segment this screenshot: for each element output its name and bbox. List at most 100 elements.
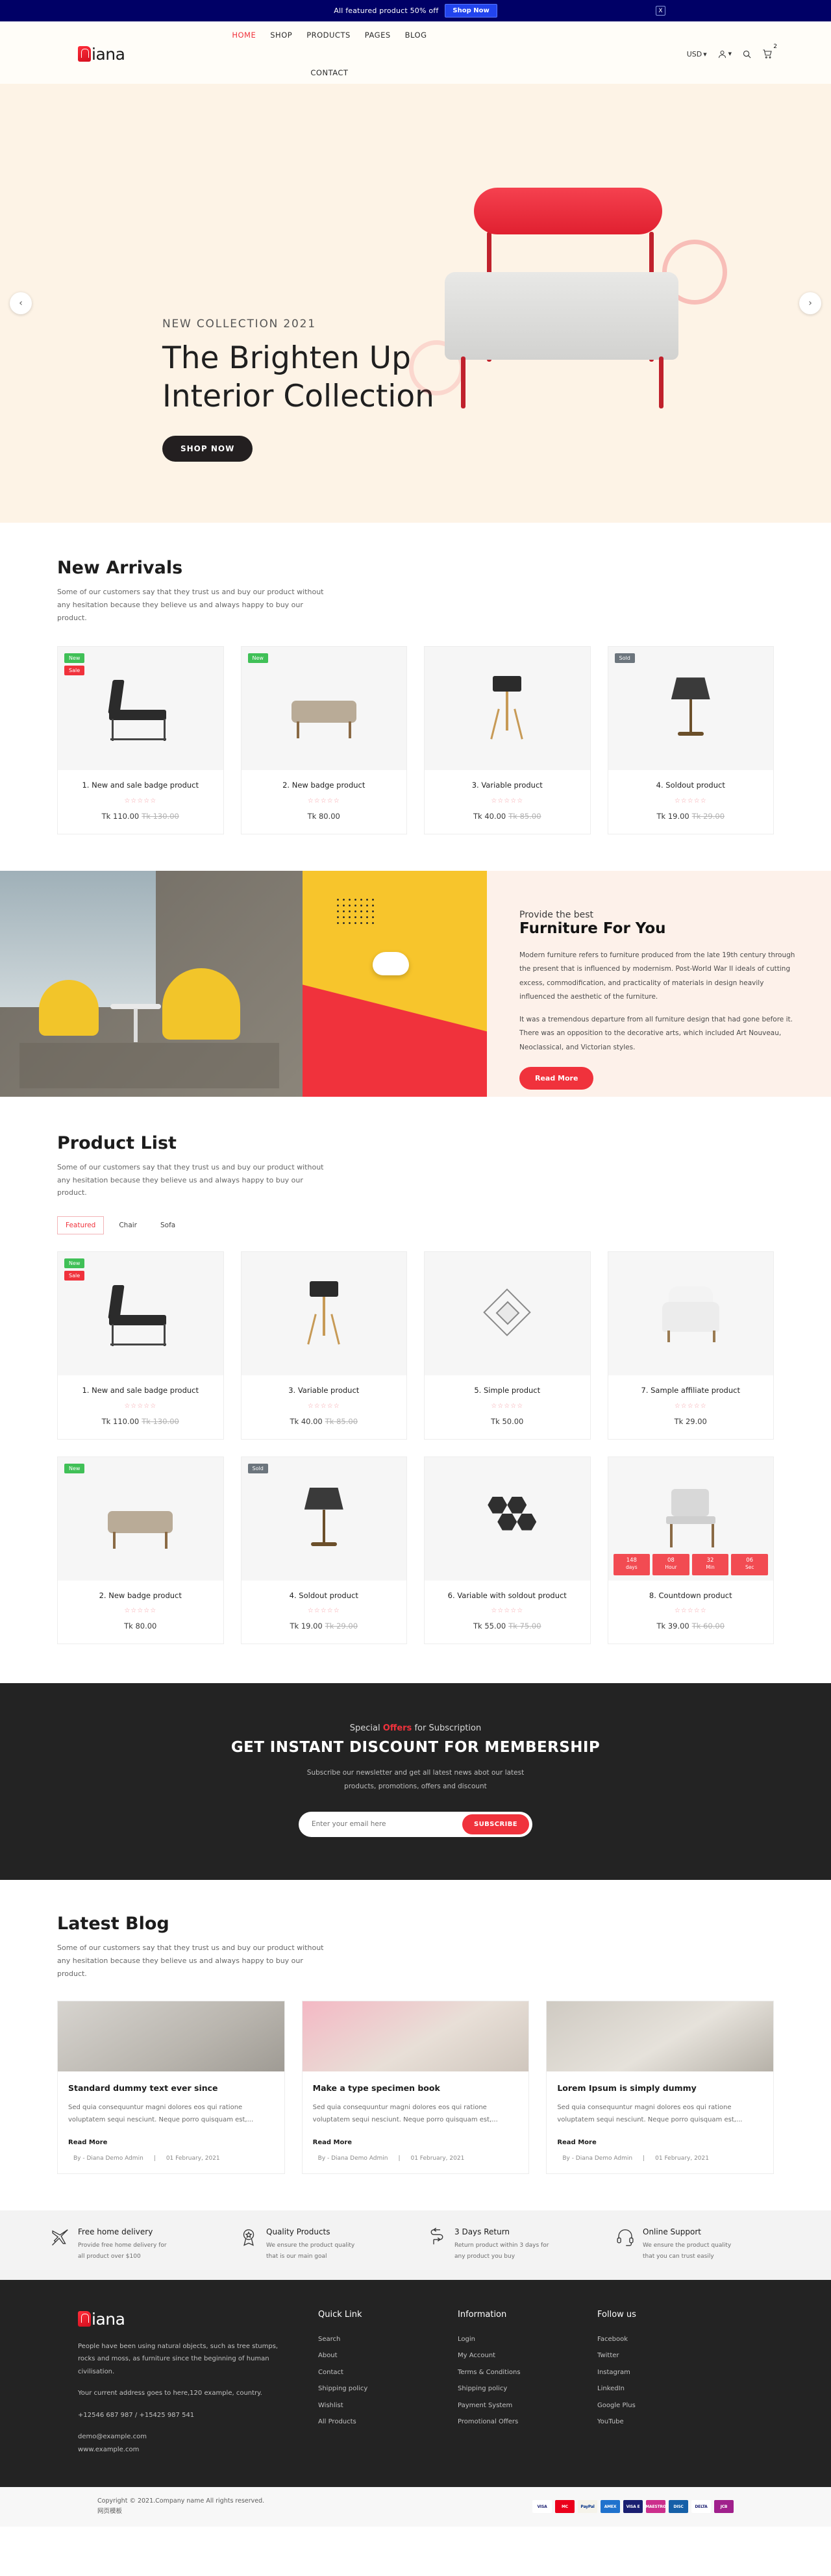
footer-link-youtube[interactable]: YouTube — [597, 2414, 711, 2431]
product-card[interactable]: 3. Variable product ☆☆☆☆☆ Tk 40.00 Tk 85.… — [240, 1251, 407, 1440]
promo-bar: All featured product 50% off Shop Now X — [0, 0, 831, 21]
hero-shop-now-button[interactable]: SHOP NOW — [162, 435, 253, 462]
carousel-next-icon[interactable]: › — [799, 292, 821, 314]
footer-link-shipping-policy[interactable]: Shipping policy — [318, 2381, 432, 2397]
email-input[interactable] — [312, 1820, 463, 1829]
footer-link-instagram[interactable]: Instagram — [597, 2364, 711, 2381]
footer-link-about[interactable]: About — [318, 2347, 432, 2364]
subscribe-button[interactable]: SUBSCRIBE — [462, 1814, 529, 1834]
product-card[interactable]: 7. Sample affiliate product ☆☆☆☆☆ Tk 29.… — [607, 1251, 774, 1440]
product-filter-tabs: Featured Chair Sofa — [39, 1216, 792, 1235]
badge-soldout: Sold — [247, 1463, 268, 1473]
features-bar: Free home delivery Provide free home del… — [0, 2210, 831, 2280]
nav-item-contact[interactable]: CONTACT — [310, 68, 348, 77]
footer-link-linkedin[interactable]: LinkedIn — [597, 2381, 711, 2397]
product-card[interactable]: New 2. New badge product ☆☆☆☆☆ Tk 80.00 — [240, 646, 407, 834]
blog-grid: Standard dummy text ever since Sed quia … — [39, 2001, 792, 2174]
countdown-hours: 08 Hour — [652, 1553, 689, 1575]
product-list-grid-row1: New Sale 1. New and sale badge product ☆… — [39, 1251, 792, 1440]
rating-stars: ☆☆☆☆☆ — [491, 1607, 524, 1614]
footer-link-search[interactable]: Search — [318, 2331, 432, 2348]
paypal-icon: PayPal — [578, 2500, 597, 2514]
product-card[interactable]: Sold 4. Soldout product ☆☆☆☆☆ Tk 19.00 Tk… — [240, 1456, 407, 1644]
footer-link-google-plus[interactable]: Google Plus — [597, 2397, 711, 2414]
blog-post-title: Lorem Ipsum is simply dummy — [557, 2083, 697, 2094]
product-image: New Sale — [58, 1252, 223, 1376]
footer-logo[interactable]: iana — [78, 2310, 292, 2329]
about-paragraph-1: Modern furniture refers to furniture pro… — [519, 951, 795, 1001]
product-card[interactable]: New 2. New badge product ☆☆☆☆☆ Tk 80.00 — [57, 1456, 224, 1644]
product-old-price: Tk 130.00 — [142, 1416, 179, 1426]
product-price: Tk 50.00 — [491, 1416, 524, 1426]
nav-item-home[interactable]: HOME — [232, 31, 256, 40]
badge-sale: Sale — [64, 1271, 85, 1281]
product-image — [425, 647, 590, 771]
close-icon[interactable]: X — [656, 6, 665, 16]
blog-read-more-link[interactable]: Read More — [313, 2139, 352, 2146]
footer-link-promotional-offers[interactable]: Promotional Offers — [458, 2414, 571, 2431]
product-price: Tk 39.00 — [656, 1621, 689, 1631]
currency-selector[interactable]: USD ▼ — [687, 50, 707, 58]
footer-link-twitter[interactable]: Twitter — [597, 2347, 711, 2364]
subscribe-desc-2: products, promotions, offers and discoun… — [344, 1782, 487, 1790]
logo[interactable]: iana — [78, 45, 125, 64]
new-arrivals-grid: New Sale 1. New and sale badge product ☆… — [39, 646, 792, 834]
hero-banner: ‹ › NEW COLLECTION 2021 The Brighten Up I… — [0, 84, 831, 523]
cart-icon[interactable]: 2 — [762, 44, 777, 59]
footer-link-my-account[interactable]: My Account — [458, 2347, 571, 2364]
account-icon[interactable]: ▼ — [717, 49, 732, 59]
footer-column-quick-link: Quick Link Search About Contact Shipping… — [318, 2310, 432, 2466]
promo-shop-now-button[interactable]: Shop Now — [445, 4, 497, 18]
blog-card[interactable]: Standard dummy text ever since Sed quia … — [57, 2001, 285, 2174]
blog-image — [302, 2001, 529, 2072]
countdown-minutes: 32 Min — [691, 1553, 729, 1575]
product-card[interactable]: 3. Variable product ☆☆☆☆☆ Tk 40.00 Tk 85.… — [424, 646, 591, 834]
footer-link-wishlist[interactable]: Wishlist — [318, 2397, 432, 2414]
footer-link-contact[interactable]: Contact — [318, 2364, 432, 2381]
blog-meta: By - Diana Demo Admin | 01 February, 2021 — [317, 2155, 465, 2162]
footer-link-login[interactable]: Login — [458, 2331, 571, 2348]
badge-sale: Sale — [64, 666, 85, 676]
jcb-icon: JCB — [714, 2500, 734, 2514]
product-card[interactable]: 148 days 08 Hour 32 Min 06 Sec 8. Countdown … — [607, 1456, 774, 1644]
rating-stars: ☆☆☆☆☆ — [674, 1402, 707, 1410]
nav-item-pages[interactable]: PAGES — [365, 31, 391, 40]
nav-item-shop[interactable]: SHOP — [270, 31, 292, 40]
site-header: iana HOME SHOP PRODUCTS PAGES BLOG CONTA… — [0, 21, 831, 84]
blog-read-more-link[interactable]: Read More — [68, 2139, 107, 2146]
footer-link-all-products[interactable]: All Products — [318, 2414, 432, 2431]
blog-meta: By - Diana Demo Admin | 01 February, 2021 — [73, 2155, 220, 2162]
blog-read-more-link[interactable]: Read More — [557, 2139, 596, 2146]
footer-link-terms[interactable]: Terms & Conditions — [458, 2364, 571, 2381]
product-price: Tk 110.00 — [101, 1416, 140, 1426]
about-paragraph-2: It was a tremendous departure from all f… — [519, 1015, 793, 1051]
product-card[interactable]: 6. Variable with soldout product ☆☆☆☆☆ T… — [424, 1456, 591, 1644]
carousel-prev-icon[interactable]: ‹ — [10, 292, 32, 314]
product-card[interactable]: Sold 4. Soldout product ☆☆☆☆☆ Tk 19.00 Tk… — [607, 646, 774, 834]
about-read-more-button[interactable]: Read More — [519, 1067, 594, 1090]
product-card[interactable]: 5. Simple product ☆☆☆☆☆ Tk 50.00 — [424, 1251, 591, 1440]
footer-link-facebook[interactable]: Facebook — [597, 2331, 711, 2348]
logo-text: iana — [92, 44, 125, 64]
copyright-bar: Copyright © 2021.Company name All rights… — [0, 2487, 831, 2527]
rating-stars: ☆☆☆☆☆ — [674, 1607, 707, 1614]
blog-card[interactable]: Lorem Ipsum is simply dummy Sed quia con… — [546, 2001, 774, 2174]
blog-card[interactable]: Make a type specimen book Sed quia conse… — [301, 2001, 530, 2174]
product-name: 7. Sample affiliate product — [641, 1386, 740, 1395]
feature-text-2: that you can trust easily — [643, 2253, 714, 2260]
blog-title: Latest Blog — [57, 1913, 169, 1934]
product-image — [608, 1252, 773, 1376]
search-icon[interactable] — [742, 49, 752, 59]
footer-link-payment-system[interactable]: Payment System — [458, 2397, 571, 2414]
product-image: 148 days 08 Hour 32 Min 06 Sec — [608, 1457, 773, 1581]
blog-section: Latest Blog Some of our customers say th… — [39, 1880, 792, 2174]
product-card[interactable]: New Sale 1. New and sale badge product ☆… — [57, 646, 224, 834]
product-card[interactable]: New Sale 1. New and sale badge product ☆… — [57, 1251, 224, 1440]
product-name: 4. Soldout product — [656, 781, 725, 790]
tab-sofa[interactable]: Sofa — [152, 1216, 184, 1234]
tab-chair[interactable]: Chair — [110, 1216, 145, 1234]
tab-featured[interactable]: Featured — [57, 1216, 105, 1235]
nav-item-blog[interactable]: BLOG — [405, 31, 427, 40]
nav-item-products[interactable]: PRODUCTS — [306, 31, 351, 40]
footer-link-shipping-policy-2[interactable]: Shipping policy — [458, 2381, 571, 2397]
